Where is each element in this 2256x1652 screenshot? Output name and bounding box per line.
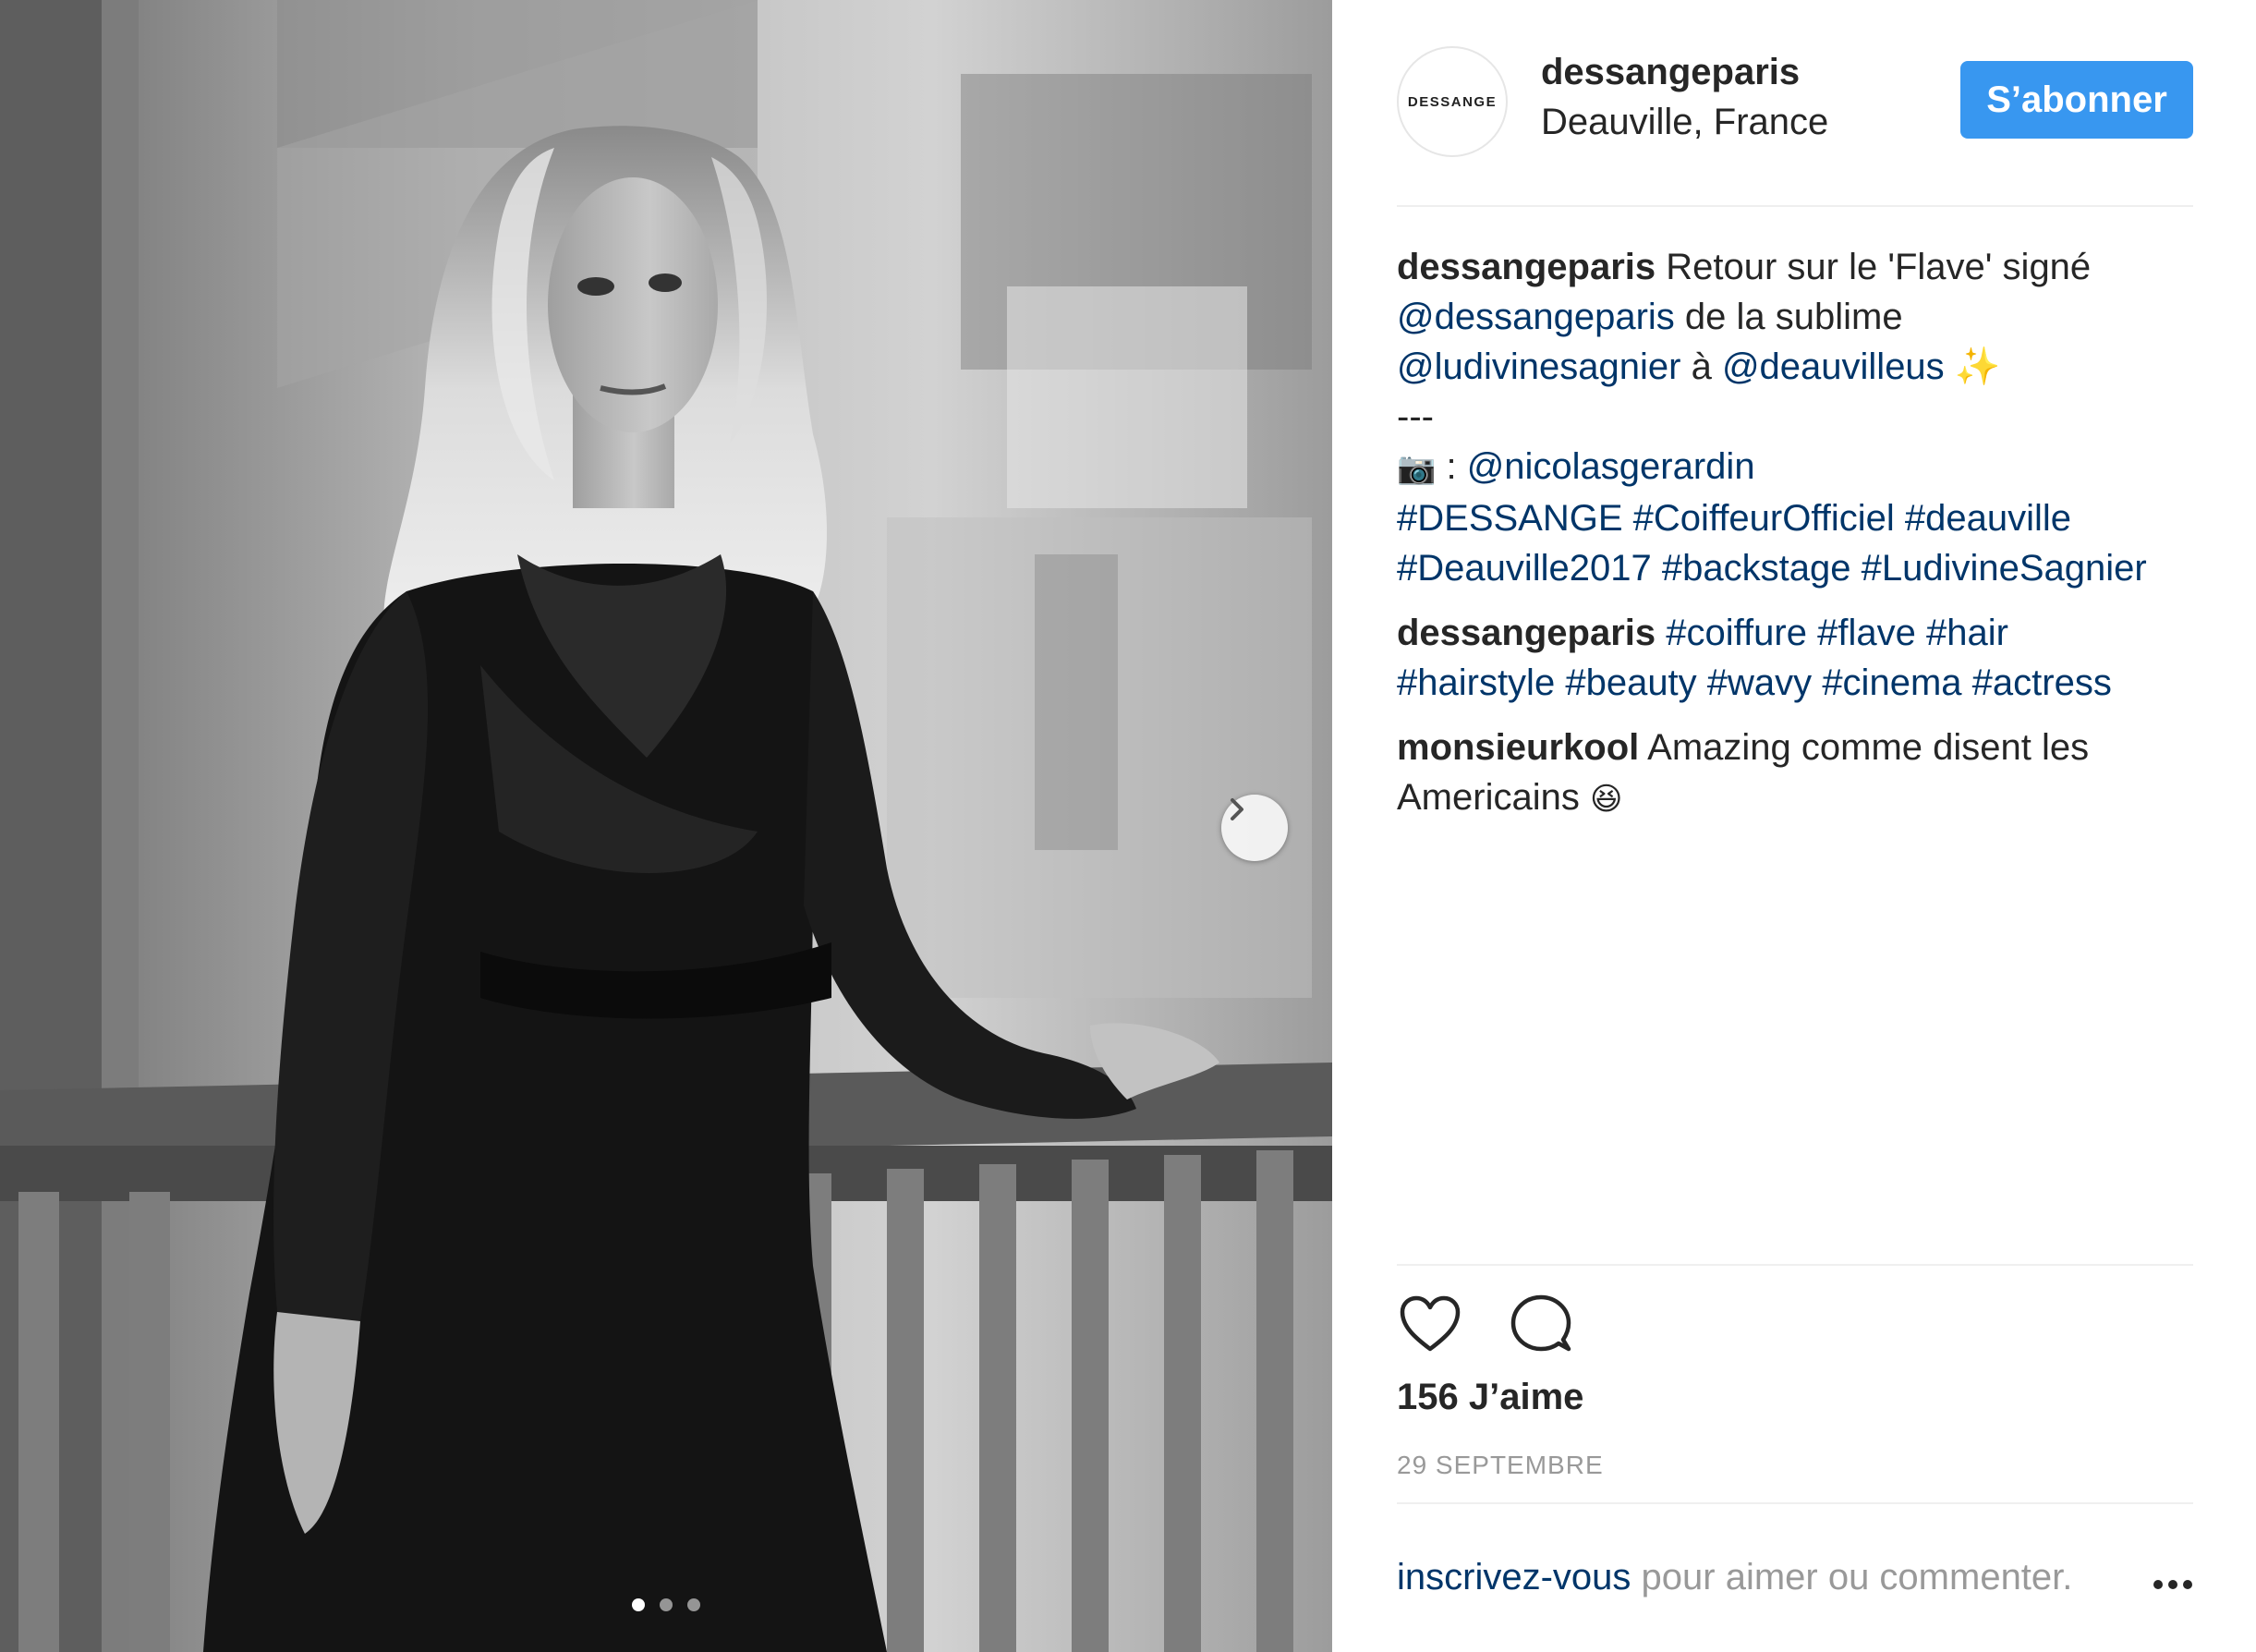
comment-bubble-icon (1510, 1294, 1571, 1352)
caption-text: : (1436, 446, 1467, 487)
hashtag-link[interactable]: #wavy (1707, 662, 1812, 703)
carousel-dot[interactable] (660, 1598, 673, 1611)
comment-username[interactable]: dessangeparis (1397, 613, 1656, 653)
caption-username[interactable]: dessangeparis (1397, 247, 1656, 287)
signup-link[interactable]: inscrivez-vous (1397, 1557, 1631, 1597)
action-bar (1397, 1292, 1674, 1358)
photo-image (0, 0, 1332, 1652)
heart-icon (1400, 1295, 1461, 1352)
header-username[interactable]: dessangeparis (1541, 52, 1800, 93)
avatar-logo-text: DESSANGE (1407, 93, 1498, 110)
hashtag-link[interactable]: #hairstyle (1397, 662, 1555, 703)
hashtag-link[interactable]: #backstage (1662, 548, 1851, 589)
like-button[interactable] (1397, 1292, 1463, 1358)
camera-emoji: 📷 (1397, 451, 1437, 486)
comment-item: dessangeparis #coiffure #flave #hair #ha… (1397, 608, 2210, 708)
more-options-icon (2153, 1580, 2192, 1589)
carousel-dot[interactable] (687, 1598, 701, 1611)
comment-button[interactable] (1508, 1292, 1574, 1358)
mention-link[interactable]: @dessangeparis (1397, 297, 1675, 337)
footer-divider (1397, 1502, 2193, 1504)
hashtag-link[interactable]: #DESSANGE (1397, 498, 1623, 539)
comment-item: monsieurkool Amazing comme disent les Am… (1397, 723, 2210, 824)
post-side-panel: DESSANGE dessangeparis Deauville, France… (1332, 0, 2256, 1652)
caption-text: de la sublime (1674, 297, 1903, 337)
hashtag-link[interactable]: #cinema (1822, 662, 1961, 703)
avatar[interactable]: DESSANGE (1397, 46, 1508, 157)
caption-separator: --- (1397, 396, 1434, 437)
carousel-dots (0, 1598, 1332, 1616)
hashtag-link[interactable]: #hair (1926, 613, 2008, 653)
hashtag-link[interactable]: #LudivineSagnier (1862, 548, 2147, 589)
laughing-emoji: 😆 (1589, 782, 1623, 817)
signup-prompt: inscrivez-vous pour aimer ou commenter. (1397, 1557, 2072, 1598)
hashtag-link[interactable]: #actress (1972, 662, 2112, 703)
comments-list: dessangeparis Retour sur le 'Flave' sign… (1397, 242, 2210, 839)
comment-username[interactable]: monsieurkool (1397, 727, 1639, 768)
caption: dessangeparis Retour sur le 'Flave' sign… (1397, 242, 2210, 593)
mention-link[interactable]: @deauvilleus (1722, 346, 1945, 387)
hashtag-link[interactable]: #CoiffeurOfficiel (1633, 498, 1895, 539)
carousel-next-button[interactable] (1221, 795, 1288, 861)
hashtag-link[interactable]: #flave (1817, 613, 1916, 653)
chevron-right-icon (1231, 798, 1243, 820)
actions-divider (1397, 1264, 2193, 1266)
post-photo[interactable] (0, 0, 1332, 1652)
hashtag-link[interactable]: #deauville (1905, 498, 2071, 539)
carousel-dot[interactable] (631, 1598, 645, 1611)
post-date[interactable]: 29 SEPTEMBRE (1397, 1451, 1604, 1480)
header-divider (1397, 205, 2193, 207)
hashtag-link[interactable]: #Deauville2017 (1397, 548, 1652, 589)
hashtag-link[interactable]: #beauty (1565, 662, 1696, 703)
likes-count[interactable]: 156 J’aime (1397, 1377, 1583, 1418)
follow-button[interactable]: S’abonner (1960, 61, 2193, 139)
mention-link[interactable]: @ludivinesagnier (1397, 346, 1680, 387)
caption-text: Retour sur le 'Flave' signé (1656, 247, 2092, 287)
caption-text: à (1680, 346, 1722, 387)
sparkles-emoji: ✨ (1954, 346, 2001, 387)
more-options-button[interactable] (2145, 1561, 2201, 1608)
mention-link[interactable]: @nicolasgerardin (1467, 446, 1755, 487)
signup-prompt-text: pour aimer ou commenter. (1631, 1557, 2073, 1597)
hashtag-link[interactable]: #coiffure (1666, 613, 1807, 653)
header-location[interactable]: Deauville, France (1541, 102, 1828, 143)
